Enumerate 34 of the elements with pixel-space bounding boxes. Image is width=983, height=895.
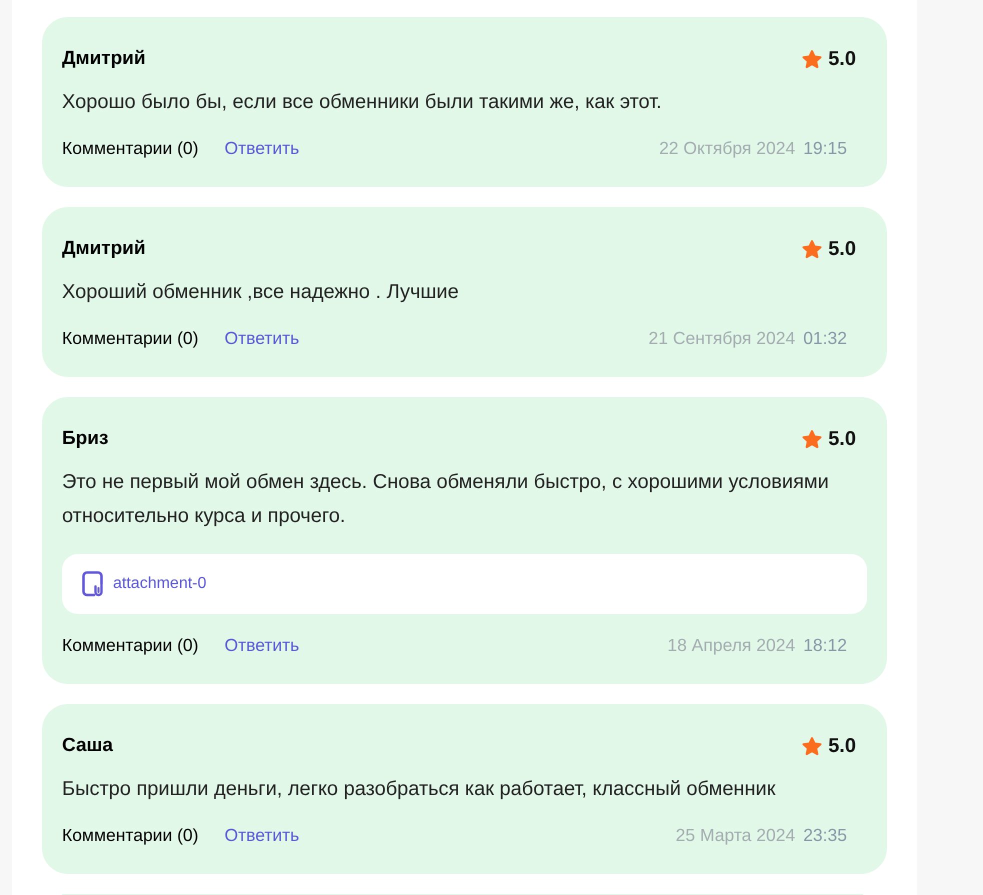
star-icon [802,240,822,258]
author-name: Дмитрий [62,48,146,70]
comments-link[interactable]: Комментарии (0) [62,634,198,656]
review-text: Хороший обменник ,все надежно . Лучшие [62,280,460,305]
review-text: Хорошо было бы, если все обменники были такими же, как этот. [62,90,663,115]
reply-link[interactable]: Ответить [224,137,300,159]
review-date: 18 Апреля 2024 [667,634,796,656]
rating-value: 5.0 [828,735,856,757]
review-text: Быстро пришли деньги, легко разобраться как работает, классный обменник [62,777,776,802]
review-date: 21 Сентября 2024 [648,327,796,349]
author-name: Саша [62,735,113,757]
reply-link[interactable]: Ответить [224,327,300,349]
star-icon [802,736,822,756]
attachment-link[interactable]: attachment-0 [113,574,206,594]
comments-link[interactable]: Комментарии (0) [62,327,198,349]
review-time: 19:15 [803,137,847,159]
comments-link[interactable]: Комментарии (0) [62,824,198,846]
review-time: 01:32 [803,327,847,349]
file-clip-icon [82,571,105,597]
review-date: 25 Марта 2024 [676,824,796,846]
rating-value: 5.0 [828,48,856,70]
rating-value: 5.0 [828,428,856,450]
star-icon [802,50,822,68]
star-icon [802,430,822,448]
reply-link[interactable]: Ответить [224,634,300,656]
review-time: 23:35 [803,824,847,846]
reply-link[interactable]: Ответить [224,824,300,846]
review-time: 18:12 [803,634,847,656]
review-text: Это не первый мой обмен здесь. Снова обменяли быстро, с хорошими условиями относительно курса и прочего. [62,470,830,529]
review-date: 22 Октября 2024 [659,137,796,159]
rating-value: 5.0 [828,238,856,260]
author-name: Дмитрий [62,238,146,260]
author-name: Бриз [62,428,108,450]
comments-link[interactable]: Комментарии (0) [62,137,198,159]
